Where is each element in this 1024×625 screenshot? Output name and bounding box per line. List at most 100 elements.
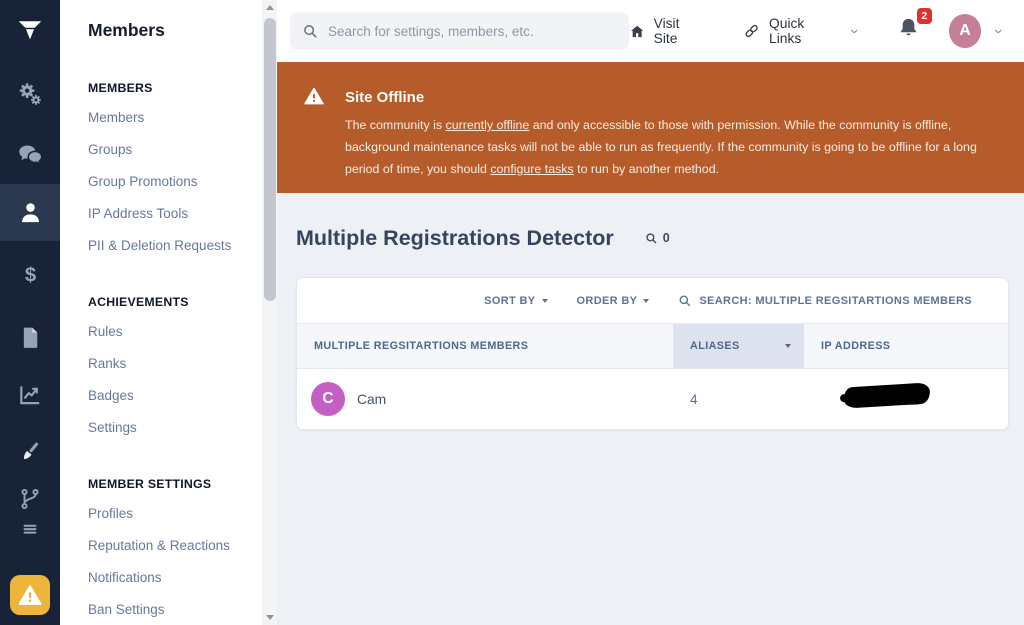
column-header-members[interactable]: MULTIPLE REGSITARTIONS MEMBERS <box>297 324 673 368</box>
currently-offline-link[interactable]: currently offline <box>446 118 530 132</box>
sidebar-item-members[interactable]: Members <box>88 101 248 133</box>
order-by-label: ORDER BY <box>577 295 638 307</box>
sidebar-scrollbar[interactable] <box>262 0 277 625</box>
section-header: MEMBERS <box>88 80 248 96</box>
sidebar-item-groups[interactable]: Groups <box>88 133 248 165</box>
sidebar-item-profiles[interactable]: Profiles <box>88 497 248 529</box>
scrollbar-down-arrow[interactable] <box>262 610 277 625</box>
document-icon <box>18 325 43 350</box>
sidebar-item-badges[interactable]: Badges <box>88 379 248 411</box>
sidebar-item-ip-address-tools[interactable]: IP Address Tools <box>88 197 248 229</box>
page-title: Multiple Registrations Detector <box>296 225 614 251</box>
chevron-down-icon <box>849 26 860 37</box>
chats-icon <box>17 141 44 168</box>
sidebar-item-reputation-reactions[interactable]: Reputation & Reactions <box>88 529 248 561</box>
table-search-button[interactable]: SEARCH: MULTIPLE REGSITARTIONS MEMBERS <box>678 294 972 308</box>
menu-lines-icon <box>19 518 41 540</box>
sidebar-section-members: MEMBERS Members Groups Group Promotions … <box>88 80 248 261</box>
stats-icon <box>17 382 43 408</box>
sidebar-item-rules[interactable]: Rules <box>88 315 248 347</box>
table-toolbar: SORT BY ORDER BY SEARCH: MULTIPLE REGSIT… <box>297 278 1008 323</box>
banner-text: The community is <box>345 118 446 132</box>
ip-redaction <box>840 394 863 405</box>
global-search[interactable] <box>290 12 629 50</box>
brush-icon <box>17 439 43 465</box>
dollar-icon: $ <box>17 261 44 288</box>
results-table-card: SORT BY ORDER BY SEARCH: MULTIPLE REGSIT… <box>296 277 1009 430</box>
home-icon <box>629 23 645 40</box>
page-title-row: Multiple Registrations Detector 0 <box>296 225 1009 251</box>
nav-rail: $ <box>0 0 60 625</box>
avatar-initial: A <box>959 22 971 40</box>
caret-down-icon <box>542 299 548 303</box>
notification-count-badge: 2 <box>917 8 932 24</box>
search-icon <box>302 23 319 40</box>
column-header-ip-address[interactable]: IP ADDRESS <box>804 324 1008 368</box>
quick-links-label: Quick Links <box>769 16 837 46</box>
triangle-up-icon <box>266 5 274 10</box>
sidebar-section-member-settings: MEMBER SETTINGS Profiles Reputation & Re… <box>88 476 248 625</box>
admin-cp-app: $ <box>0 0 1024 625</box>
sidebar-item-settings[interactable]: Settings <box>88 411 248 443</box>
sidebar-item-notifications[interactable]: Notifications <box>88 561 248 593</box>
ip-redaction <box>856 395 922 405</box>
user-avatar[interactable]: A <box>949 14 982 48</box>
invision-logo-icon <box>15 15 45 45</box>
nav-menu-button[interactable] <box>0 514 60 544</box>
main-area: Visit Site Quick Links <box>277 0 1024 625</box>
member-cell: C Cam <box>297 382 673 416</box>
title-search-toggle[interactable]: 0 <box>645 225 670 251</box>
sidebar-item-ban-settings[interactable]: Ban Settings <box>88 593 248 625</box>
aliases-count: 4 <box>673 392 804 407</box>
nav-customization-button[interactable] <box>0 428 60 476</box>
search-input[interactable] <box>328 24 617 39</box>
sidebar-item-group-promotions[interactable]: Group Promotions <box>88 165 248 197</box>
sort-by-dropdown[interactable]: SORT BY <box>484 295 547 307</box>
invision-logo[interactable] <box>0 0 60 60</box>
nav-system-settings-button[interactable] <box>0 70 60 118</box>
visit-site-label: Visit Site <box>654 16 705 46</box>
visit-site-link[interactable]: Visit Site <box>629 16 705 46</box>
search-icon <box>645 232 658 245</box>
sidebar-title: Members <box>88 18 248 42</box>
svg-text:$: $ <box>24 264 35 286</box>
nav-commerce-button[interactable]: $ <box>0 250 60 298</box>
nav-members-button[interactable] <box>0 184 60 241</box>
nav-stats-button[interactable] <box>0 371 60 419</box>
sidebar-item-pii-deletion-requests[interactable]: PII & Deletion Requests <box>88 229 248 261</box>
sort-caret-down-icon <box>785 344 791 348</box>
members-sidebar: Members MEMBERS Members Groups Group Pro… <box>60 0 262 625</box>
page-content: Multiple Registrations Detector 0 SORT B… <box>277 193 1024 625</box>
search-icon <box>678 294 692 308</box>
notifications-button[interactable]: 2 <box>896 16 921 46</box>
account-chevron-down-icon[interactable] <box>993 26 1004 37</box>
table-row[interactable]: C Cam 4 <box>297 369 1008 429</box>
triangle-down-icon <box>266 615 274 620</box>
member-avatar: C <box>311 382 345 416</box>
column-header-aliases[interactable]: ALIASES <box>673 324 804 368</box>
system-alert-button[interactable] <box>10 575 50 615</box>
nav-pages-button[interactable] <box>0 313 60 361</box>
banner-title: Site Offline <box>345 89 424 106</box>
nav-developer-button[interactable] <box>0 482 60 516</box>
section-header: ACHIEVEMENTS <box>88 294 248 310</box>
sidebar-item-ranks[interactable]: Ranks <box>88 347 248 379</box>
nav-support-button[interactable] <box>0 130 60 178</box>
site-offline-banner: Site Offline The community is currently … <box>277 62 1024 193</box>
section-header: MEMBER SETTINGS <box>88 476 248 492</box>
ip-address-cell <box>804 369 1008 429</box>
scrollbar-thumb[interactable] <box>264 18 276 301</box>
topbar-right: Visit Site Quick Links <box>629 14 1004 48</box>
configure-tasks-link[interactable]: configure tasks <box>490 162 573 176</box>
quick-links-menu[interactable]: Quick Links <box>743 16 860 46</box>
sort-by-label: SORT BY <box>484 295 535 307</box>
gears-icon <box>17 81 44 108</box>
link-icon <box>743 22 760 40</box>
aliases-header-label: ALIASES <box>690 340 740 352</box>
result-count: 0 <box>663 225 670 251</box>
order-by-dropdown[interactable]: ORDER BY <box>577 295 650 307</box>
member-name-link[interactable]: Cam <box>357 392 386 407</box>
scrollbar-up-arrow[interactable] <box>262 0 277 15</box>
sidebar-section-achievements: ACHIEVEMENTS Rules Ranks Badges Settings <box>88 294 248 443</box>
branch-icon <box>18 487 42 511</box>
